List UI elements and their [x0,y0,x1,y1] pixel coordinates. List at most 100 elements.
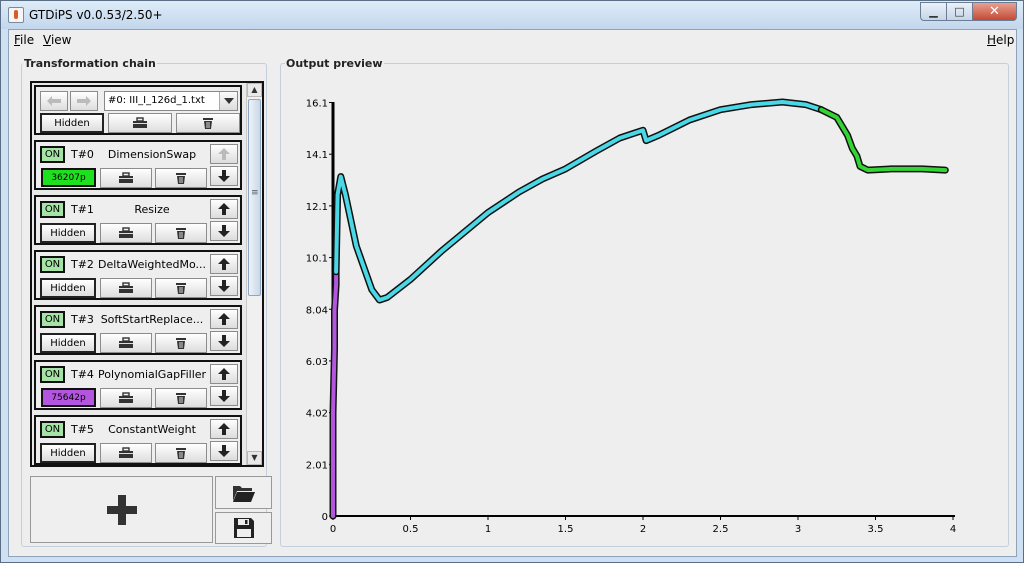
trash-icon [176,337,186,349]
trash-icon [176,227,186,239]
source-delete-button[interactable] [176,113,240,133]
move-down-button[interactable] [210,331,238,351]
y-tick-label: 8.04 [306,305,328,316]
move-up-button[interactable] [210,419,238,439]
y-tick-label: 4.02 [306,409,328,420]
x-tick-label: 1 [485,524,491,535]
transformation-card: ON T#3 SoftStartReplace... Hidden [34,305,242,355]
move-down-button[interactable] [210,441,238,461]
hidden-button[interactable]: Hidden [40,333,96,353]
redo-button[interactable] [70,91,98,111]
menu-view[interactable]: View [43,33,71,47]
trash-icon [203,117,213,129]
toggle-on-button[interactable]: ON [40,146,65,163]
transformation-name: DimensionSwap [107,148,197,161]
move-up-button[interactable] [210,199,238,219]
move-down-button[interactable] [210,386,238,406]
panel-title-chain: Transformation chain [23,57,157,70]
title-bar[interactable]: GTDiPS v0.0.53/2.50+ ▁ □ ✕ [1,1,1023,29]
toolbox-icon [133,117,147,128]
hidden-button[interactable]: Hidden [40,278,96,298]
settings-button[interactable] [100,278,152,298]
source-settings-button[interactable] [108,113,172,133]
maximize-button[interactable]: □ [947,2,973,21]
trash-icon [176,392,186,404]
transformation-card: ON T#5 ConstantWeight Hidden [34,415,242,465]
close-button[interactable]: ✕ [973,2,1017,21]
output-preview-chart[interactable]: 0 0.5 1 1.5 2 2.5 3 3.5 4 0 2.01 4.02 6.03 8.04 10.1 12… [281,64,1008,546]
move-down-button[interactable] [210,166,238,186]
arrow-up-icon [218,148,230,160]
settings-button[interactable] [100,333,152,353]
settings-button[interactable] [100,168,152,188]
transformation-chain-panel: Transformation chain #0: III_I_126d_1.tx… [21,57,272,547]
transformation-number: T#3 [71,313,94,326]
toggle-on-button[interactable]: ON [40,311,65,328]
transformation-card: ON T#4 PolynomialGapFiller 75642p [34,360,242,410]
minimize-button[interactable]: ▁ [920,2,947,21]
hidden-button[interactable]: Hidden [40,223,96,243]
toggle-on-button[interactable]: ON [40,366,65,383]
transformation-card: ON T#2 DeltaWeightedMo... Hidden [34,250,242,300]
series-line-2[interactable] [819,107,948,173]
y-tick-label: 14.1 [306,150,328,161]
delete-button[interactable] [155,278,207,298]
delete-button[interactable] [155,388,207,408]
transformation-number: T#1 [71,203,94,216]
chevron-down-icon[interactable] [219,92,237,110]
transformation-number: T#2 [71,258,94,271]
move-up-button[interactable] [210,144,238,164]
source-card: #0: III_I_126d_1.txt Hidden [34,85,242,135]
scroll-thumb[interactable] [248,99,261,296]
menu-file[interactable]: File [14,33,34,47]
move-up-button[interactable] [210,254,238,274]
open-button[interactable] [215,476,272,509]
delete-button[interactable] [155,333,207,353]
series-line-1[interactable] [334,100,824,302]
settings-button[interactable] [100,443,152,463]
add-transformation-button[interactable] [30,476,213,543]
trash-icon [176,172,186,184]
toggle-on-button[interactable]: ON [40,421,65,438]
point-count-badge[interactable]: 36207p [41,168,96,187]
move-down-button[interactable] [210,276,238,296]
transformation-number: T#0 [71,148,94,161]
toggle-on-button[interactable]: ON [40,201,65,218]
toolbox-icon [119,282,133,293]
y-tick-label: 10.1 [306,254,328,265]
source-file-value: #0: III_I_126d_1.txt [108,95,205,106]
scroll-up-arrow-icon[interactable]: ▲ [247,83,262,97]
settings-button[interactable] [100,223,152,243]
scroll-down-arrow-icon[interactable]: ▼ [247,451,262,465]
save-button[interactable] [215,512,272,544]
delete-button[interactable] [155,168,207,188]
folder-open-icon [232,485,255,502]
arrow-right-icon [77,96,91,106]
chain-scrollbar[interactable]: ▲ ▼ [246,83,262,465]
arrow-down-icon [218,390,230,402]
move-up-button[interactable] [210,364,238,384]
chain-list: #0: III_I_126d_1.txt Hidden ON T#0 Dimen… [30,81,264,467]
point-count-badge[interactable]: 75642p [41,388,96,407]
y-tick-label: 6.03 [306,357,328,368]
toggle-on-button[interactable]: ON [40,256,65,273]
y-tick-label: 16.1 [306,99,328,110]
delete-button[interactable] [155,443,207,463]
arrow-up-icon [218,423,230,435]
hidden-button[interactable]: Hidden [40,443,96,463]
arrow-down-icon [218,170,230,182]
source-hidden-button[interactable]: Hidden [40,113,104,133]
arrow-down-icon [218,335,230,347]
delete-button[interactable] [155,223,207,243]
source-file-select[interactable]: #0: III_I_126d_1.txt [104,91,238,111]
transformation-card: ON T#0 DimensionSwap 36207p [34,140,242,190]
java-app-icon [8,7,24,23]
transformation-number: T#4 [71,368,94,381]
menu-help[interactable]: Help [987,33,1014,47]
move-up-button[interactable] [210,309,238,329]
move-down-button[interactable] [210,221,238,241]
undo-button[interactable] [40,91,68,111]
toolbox-icon [119,172,133,183]
settings-button[interactable] [100,388,152,408]
transformation-name: Resize [134,203,170,216]
